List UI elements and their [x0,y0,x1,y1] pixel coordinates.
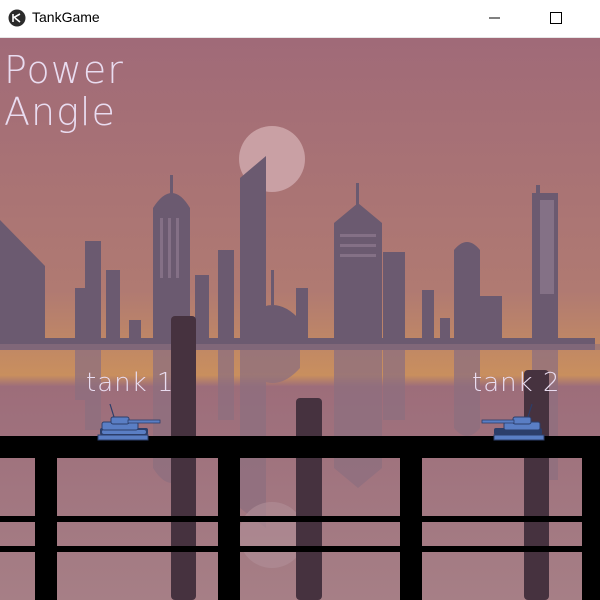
minimize-button[interactable] [472,0,518,37]
game-canvas[interactable]: Power Angle tank 1 tank 2 [0,38,600,600]
window-titlebar: TankGame [0,0,600,38]
window-title: TankGame [32,9,100,25]
power-label: Power [4,48,124,92]
angle-label: Angle [4,90,116,134]
kivy-app-icon [8,9,26,27]
maximize-button[interactable] [533,0,579,37]
maximize-icon [550,12,562,24]
minimize-icon [489,17,500,19]
tank-1-label: tank 1 [86,368,175,398]
tank-2-label: tank 2 [472,368,561,398]
